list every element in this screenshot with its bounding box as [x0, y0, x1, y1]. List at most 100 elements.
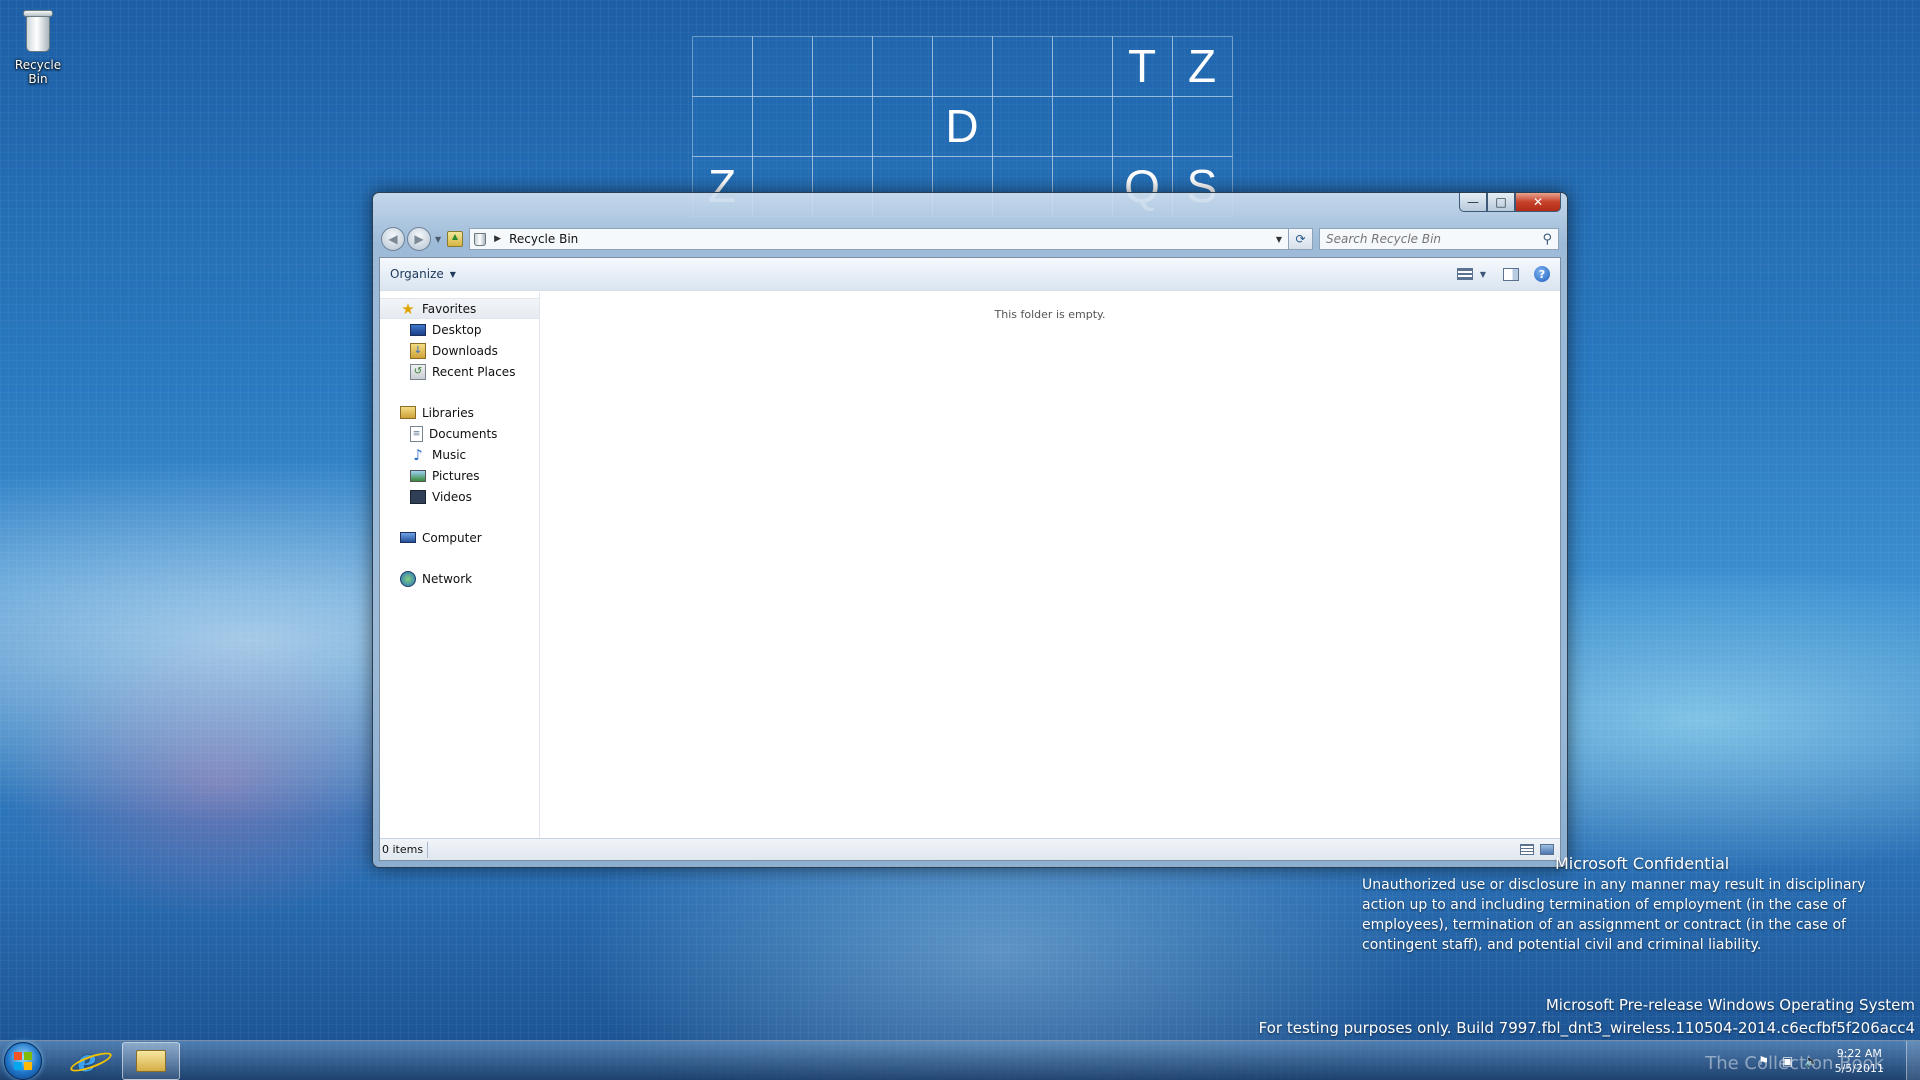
back-button[interactable]: ◀ — [381, 227, 405, 251]
nav-item-music[interactable]: ♪ Music — [380, 444, 539, 465]
breadcrumb-recycle-bin[interactable]: Recycle Bin — [509, 232, 1270, 246]
details-view-icon[interactable] — [1520, 844, 1534, 855]
breadcrumb-separator-icon[interactable]: ▶ — [494, 234, 501, 244]
nav-item-label: Computer — [422, 530, 482, 545]
view-options-dropdown[interactable]: ▼ — [1478, 266, 1488, 282]
letter-tile — [751, 35, 813, 97]
nav-item-recent-places[interactable]: ↺ Recent Places — [380, 361, 539, 382]
letter-tile — [751, 95, 813, 157]
refresh-icon: ⟳ — [1295, 232, 1306, 246]
nav-group: Computer — [380, 527, 539, 548]
refresh-button[interactable]: ⟳ — [1289, 228, 1313, 250]
nav-item-network[interactable]: Network — [380, 568, 539, 589]
search-icon[interactable]: ⚲ — [1542, 232, 1552, 247]
status-bar: 0 items — [380, 838, 1560, 860]
forward-button[interactable]: ▶ — [407, 227, 431, 251]
letter-tile — [1111, 95, 1173, 157]
address-row: ◀ ▶ ▼ ▶ Recycle Bin ▼ ⟳ ⚲ — [381, 227, 1559, 251]
letter-tile — [1051, 95, 1113, 157]
item-count: 0 items — [380, 841, 429, 858]
nav-item-label: Favorites — [422, 301, 477, 316]
caption-buttons: — □ ✕ — [1459, 193, 1561, 212]
large-icons-view-icon[interactable] — [1540, 844, 1554, 855]
nav-item-computer[interactable]: Computer — [380, 527, 539, 548]
arrow-right-icon: ▶ — [414, 232, 424, 246]
folder-icon — [136, 1050, 166, 1072]
letter-tile-grid: TZDZQS — [691, 35, 1233, 217]
navigation-pane[interactable]: ★ Favorites Desktop ↓ Downloads ↺ Recent Place… — [380, 292, 540, 838]
nav-item-downloads[interactable]: ↓ Downloads — [380, 340, 539, 361]
file-list-area[interactable]: This folder is empty. — [540, 292, 1560, 838]
help-icon: ? — [1538, 267, 1546, 281]
explorer-window[interactable]: — □ ✕ ◀ ▶ ▼ ▶ Recycle Bin ▼ ⟳ ⚲ Organize… — [372, 192, 1568, 868]
nav-item-libraries[interactable]: Libraries — [380, 402, 539, 423]
start-button[interactable] — [4, 1042, 42, 1080]
network-icon — [400, 570, 416, 587]
clock[interactable]: 9:22 AM 5/5/2011 — [1835, 1046, 1884, 1076]
address-history-dropdown[interactable]: ▼ — [1270, 235, 1288, 244]
watermark-os-line: Microsoft Pre-release Windows Operating … — [1545, 996, 1915, 1014]
documents-icon: ≡ — [410, 425, 423, 442]
letter-tile: T — [1111, 35, 1173, 97]
notification-area: ⚑ ▣ 🔈 9:22 AM 5/5/2011 — [1757, 1041, 1884, 1080]
nav-item-pictures[interactable]: Pictures — [380, 465, 539, 486]
show-desktop-button[interactable] — [1906, 1041, 1920, 1080]
nav-item-documents[interactable]: ≡ Documents — [380, 423, 539, 444]
change-view-button[interactable] — [1456, 266, 1474, 282]
recent-pages-dropdown[interactable]: ▼ — [435, 235, 441, 244]
letter-tile — [811, 95, 873, 157]
nav-group: Libraries ≡ Documents ♪ Music Pictures Videos — [380, 402, 539, 507]
nav-item-label: Network — [422, 571, 473, 586]
clock-time: 9:22 AM — [1836, 1047, 1882, 1060]
help-button[interactable]: ? — [1534, 266, 1550, 282]
letter-tile — [931, 35, 993, 97]
star-icon: ★ — [401, 299, 415, 318]
minimize-button[interactable]: — — [1459, 193, 1487, 212]
recent-places-icon: ↺ — [410, 363, 426, 380]
watermark-title: Microsoft Confidential — [1555, 854, 1730, 873]
search-input[interactable] — [1326, 232, 1543, 246]
letter-tile — [691, 35, 753, 97]
clock-date: 5/5/2011 — [1834, 1062, 1884, 1075]
nav-item-label: Desktop — [432, 322, 482, 337]
nav-item-label: Downloads — [432, 343, 498, 358]
nav-item-label: Music — [432, 447, 467, 462]
desktop-icon-recycle-bin[interactable]: Recycle Bin — [4, 6, 72, 86]
nav-item-videos[interactable]: Videos — [380, 486, 539, 507]
nav-item-desktop[interactable]: Desktop — [380, 319, 539, 340]
action-center-flag-icon[interactable]: ⚑ — [1757, 1054, 1771, 1068]
letter-tile — [871, 95, 933, 157]
preview-pane-button[interactable] — [1502, 266, 1520, 282]
watermark-body: Unauthorized use or disclosure in any ma… — [1362, 877, 1866, 953]
music-icon: ♪ — [413, 445, 423, 464]
nav-item-label: Libraries — [422, 405, 474, 420]
desktop-icon — [410, 323, 426, 336]
arrow-left-icon: ◀ — [388, 232, 398, 246]
maximize-button[interactable]: □ — [1487, 193, 1515, 212]
nav-item-favorites[interactable]: ★ Favorites — [380, 298, 539, 319]
internet-explorer-icon: e — [77, 1043, 97, 1079]
watermark-build-line: For testing purposes only. Build 7997.fb… — [1258, 1019, 1915, 1037]
recycle-bin-icon — [18, 6, 58, 54]
nav-item-label: Documents — [429, 426, 498, 441]
letter-tile: D — [931, 95, 993, 157]
nav-item-label: Videos — [432, 489, 472, 504]
letter-tile — [1051, 35, 1113, 97]
network-icon[interactable]: ▣ — [1781, 1054, 1795, 1068]
close-button[interactable]: ✕ — [1515, 193, 1561, 212]
chevron-down-icon: ▼ — [449, 269, 456, 279]
letter-tile — [691, 95, 753, 157]
organize-button[interactable]: Organize ▼ — [390, 267, 456, 281]
address-bar[interactable]: ▶ Recycle Bin ▼ — [469, 228, 1289, 250]
letter-tile — [811, 35, 873, 97]
letter-tile — [991, 95, 1053, 157]
nav-group: Network — [380, 568, 539, 589]
taskbar-internet-explorer[interactable]: e — [58, 1042, 116, 1080]
organize-label: Organize — [390, 267, 444, 281]
taskbar-windows-explorer[interactable] — [122, 1042, 180, 1080]
empty-folder-message: This folder is empty. — [994, 308, 1106, 321]
up-folder-icon[interactable] — [447, 231, 464, 247]
volume-icon[interactable]: 🔈 — [1804, 1054, 1819, 1068]
recycle-bin-icon — [474, 232, 487, 246]
explorer-content: ★ Favorites Desktop ↓ Downloads ↺ Recent Place… — [380, 292, 1560, 838]
